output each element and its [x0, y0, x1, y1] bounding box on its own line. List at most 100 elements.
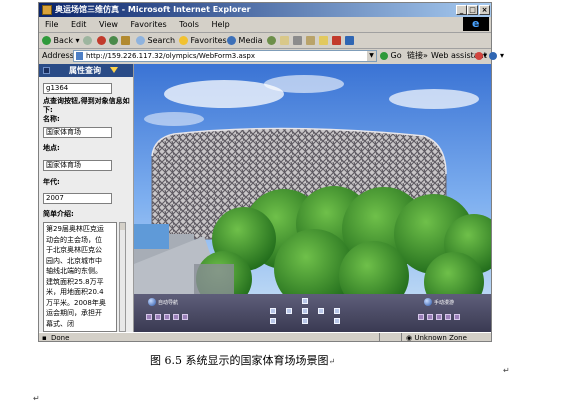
intro-textarea[interactable]: 第29届奥林匹克运动会的主会场，位于北京奥林匹克公园内、北京城市中轴线北端的东侧…: [43, 222, 117, 332]
browser-window: 奥运场馆三维仿真 - Microsoft Internet Explorer _…: [38, 2, 504, 343]
attribute-query-title: 属性查询: [69, 66, 101, 75]
nav-button-3[interactable]: [164, 314, 170, 320]
location-field[interactable]: 国家体育场: [43, 160, 112, 171]
intro-scrollbar[interactable]: [119, 222, 126, 332]
messenger-icon: [332, 36, 341, 45]
manual-roam-label: 手动漫游: [434, 300, 455, 306]
nav-button-5[interactable]: [182, 314, 188, 320]
mail-icon: [280, 36, 289, 45]
tilt-down-button[interactable]: [270, 318, 276, 324]
menu-view[interactable]: View: [99, 20, 118, 29]
paragraph-return-mark-2: ↵: [33, 394, 40, 403]
year-field[interactable]: 2007: [43, 193, 112, 204]
rotate-left-button[interactable]: [270, 308, 276, 314]
location-label: 地点:: [43, 144, 60, 152]
refresh-button[interactable]: [109, 33, 118, 48]
name-label: 名称:: [43, 115, 60, 123]
manual-roam-icon[interactable]: [424, 298, 432, 306]
address-input[interactable]: http://159.226.117.32/olympics/WebForm3.…: [73, 50, 377, 62]
refresh-icon: [109, 36, 118, 45]
object-id-field[interactable]: g1364: [43, 83, 112, 94]
menu-file[interactable]: File: [45, 20, 58, 29]
move-right-button[interactable]: [318, 308, 324, 314]
stop-button[interactable]: [97, 33, 106, 48]
caption-return-mark: ↵: [328, 357, 336, 366]
move-left-button[interactable]: [286, 308, 292, 314]
roam-button-4[interactable]: [445, 314, 451, 320]
print-icon: [293, 36, 302, 45]
roam-button-3[interactable]: [436, 314, 442, 320]
auto-navigation-icon[interactable]: [148, 298, 156, 306]
attribute-query-panel: 属性查询 g1364 点查询按钮,得到对象信息如下: 名称: 国家体育场 地点:…: [39, 64, 134, 332]
paragraph-return-mark: ↵: [503, 366, 510, 375]
maximize-button[interactable]: □: [467, 5, 478, 15]
close-button[interactable]: ×: [479, 5, 490, 15]
caption-text: 图 6.5 系统显示的国家体育场场景图: [150, 354, 329, 367]
mail-button[interactable]: [280, 33, 289, 48]
research-button[interactable]: [345, 33, 354, 48]
print-button[interactable]: [293, 33, 302, 48]
back-button[interactable]: Back ▾: [42, 33, 80, 48]
favorites-button[interactable]: Favorites: [179, 33, 227, 48]
center-button[interactable]: [302, 308, 308, 314]
roam-button-5[interactable]: [454, 314, 460, 320]
edit-button[interactable]: [306, 33, 315, 48]
3d-scene-viewport[interactable]: [134, 64, 491, 294]
extension-button[interactable]: ▾: [475, 49, 487, 63]
search-button[interactable]: Search: [136, 33, 175, 48]
page-status-icon: ▪: [42, 334, 47, 342]
media-button[interactable]: Media: [227, 33, 263, 48]
back-arrow-icon: [42, 36, 51, 45]
home-icon: [121, 36, 130, 45]
ie-logo-icon: [463, 17, 489, 31]
go-button[interactable]: Go: [380, 49, 402, 63]
research-icon: [345, 36, 354, 45]
forward-arrow-icon: [83, 36, 92, 45]
discuss-icon: [319, 36, 328, 45]
globe-zone-icon: ◉: [406, 334, 413, 342]
stop-icon: [97, 36, 106, 45]
history-button[interactable]: [267, 33, 276, 48]
globe-icon: [489, 51, 498, 60]
navigation-panel: 自动导航 手动漫游: [134, 294, 491, 332]
name-field[interactable]: 国家体育场: [43, 127, 112, 138]
zone-pane: ◉ Unknown Zone: [401, 333, 490, 342]
title-bar: 奥运场馆三维仿真 - Microsoft Internet Explorer _…: [39, 3, 491, 17]
status-text: Done: [51, 334, 70, 342]
messenger-button[interactable]: [332, 33, 341, 48]
address-label: Address: [42, 51, 74, 60]
menu-help[interactable]: Help: [211, 20, 229, 29]
menu-tools[interactable]: Tools: [179, 20, 199, 29]
window-title: 奥运场馆三维仿真 - Microsoft Internet Explorer: [55, 5, 251, 14]
move-down-button[interactable]: [302, 318, 308, 324]
move-up-button[interactable]: [302, 298, 308, 304]
media-icon: [227, 36, 236, 45]
tilt-up-button[interactable]: [334, 318, 340, 324]
roam-button-1[interactable]: [418, 314, 424, 320]
page-icon: [76, 52, 83, 60]
nav-button-1[interactable]: [146, 314, 152, 320]
forward-button[interactable]: [83, 33, 92, 48]
scroll-up-icon[interactable]: [120, 223, 125, 230]
nav-button-2[interactable]: [155, 314, 161, 320]
edit-icon: [306, 36, 315, 45]
menu-favorites[interactable]: Favorites: [131, 20, 167, 29]
minimize-button[interactable]: _: [456, 5, 467, 15]
discuss-button[interactable]: [319, 33, 328, 48]
nav-button-4[interactable]: [173, 314, 179, 320]
extension-icon: [475, 51, 483, 60]
home-button[interactable]: [121, 33, 130, 48]
status-bar: ▪ Done ◉ Unknown Zone: [39, 332, 491, 343]
address-dropdown-icon[interactable]: ▼: [367, 51, 376, 61]
links-button[interactable]: 链接: [407, 49, 423, 63]
menu-edit[interactable]: Edit: [71, 20, 87, 29]
collapse-arrow-icon[interactable]: [110, 67, 118, 73]
roam-button-2[interactable]: [427, 314, 433, 320]
web-assistant-button[interactable]: Web assistant ▾: [431, 49, 504, 63]
rotate-right-button[interactable]: [334, 308, 340, 314]
attribute-query-header[interactable]: 属性查询: [39, 64, 133, 77]
chevron-right-icon[interactable]: »: [423, 49, 428, 63]
intro-label: 简单介绍:: [43, 210, 74, 218]
star-icon: [179, 36, 188, 45]
go-arrow-icon: [380, 51, 388, 60]
